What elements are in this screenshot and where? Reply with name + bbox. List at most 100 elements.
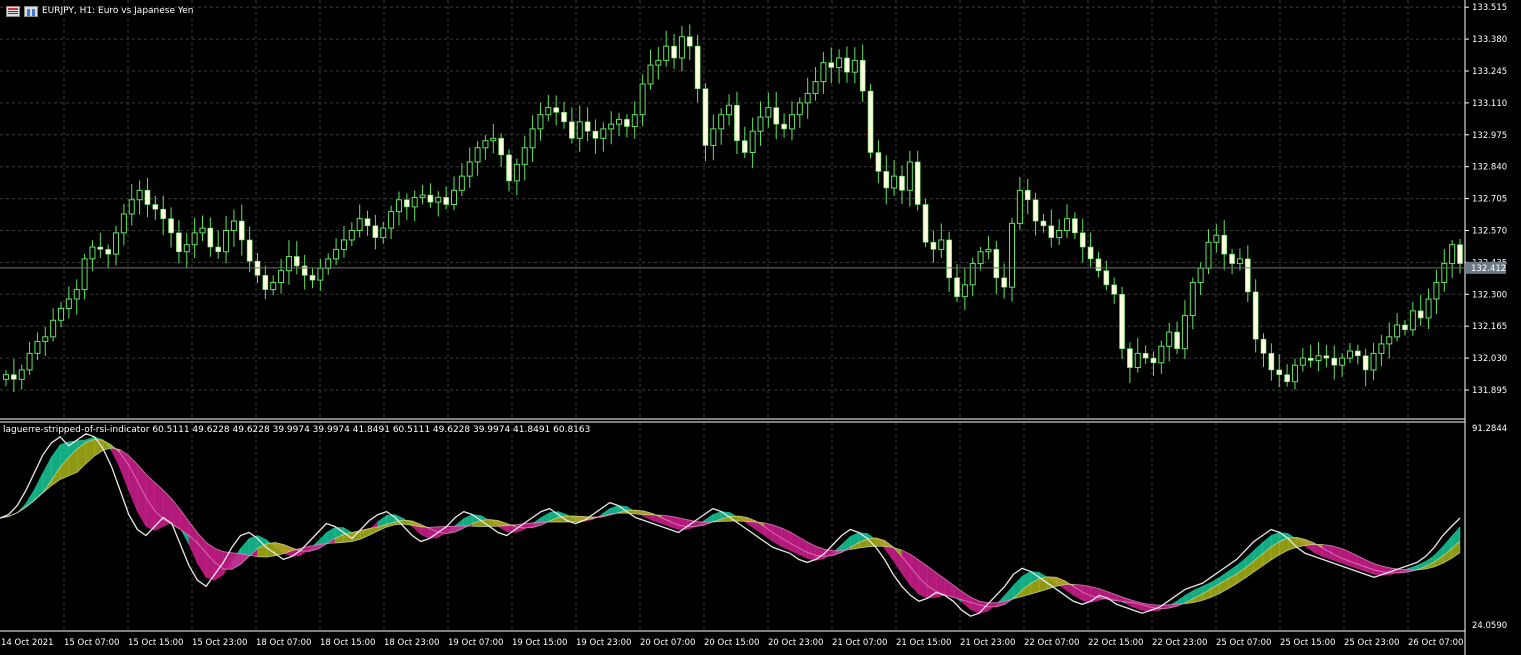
candle-body-bear (364, 218, 371, 227)
candle-body-bull (1291, 364, 1298, 383)
indicator-label: laguerre-stripped-of-rsi-indicator 60.51… (3, 425, 591, 435)
candle-body-bear (97, 246, 104, 250)
candle-body-bear (1268, 353, 1275, 371)
candle-body-bull (616, 118, 623, 125)
time-axis-label: 19 Oct 07:00 (448, 638, 503, 648)
time-axis-label: 20 Oct 07:00 (640, 638, 695, 648)
candle-body-bull (1394, 324, 1401, 338)
candle-body-bull (788, 114, 795, 130)
time-axis-label: 15 Oct 23:00 (192, 638, 247, 648)
candle-body-bull (1189, 281, 1196, 317)
chart-canvas[interactable]: 133.515 133.380 133.245 133.110 132.975 132.8… (0, 0, 1521, 655)
candle-body-bear (506, 154, 512, 182)
candle-body-bear (160, 208, 166, 219)
candle-body-bear (152, 204, 159, 210)
candle-body-bull (1166, 331, 1173, 347)
candle-body-bull (804, 92, 811, 104)
candle-body-bull (796, 102, 803, 116)
candle-body-bear (262, 275, 269, 290)
price-axis-label: 131.895 (1472, 386, 1507, 396)
candle-body-bear (309, 275, 316, 281)
candle-body-bull (270, 281, 277, 291)
candle-body-bear (702, 88, 709, 146)
candle-body-bull (1134, 352, 1141, 369)
candle-body-bull (348, 229, 355, 241)
candle-body-bear (1103, 270, 1110, 286)
candle-body-bull (285, 255, 292, 272)
candle-body-bull (655, 59, 662, 66)
price-axis-label: 133.245 (1472, 67, 1507, 77)
candle-body-bear (553, 107, 559, 113)
candle-body-bull (450, 189, 457, 206)
candle-body-bull (136, 189, 143, 201)
candle-body-bull (969, 263, 976, 286)
candle-body-bull (81, 258, 88, 291)
candle-body-bear (1024, 190, 1031, 201)
candle-body-bull (836, 57, 843, 68)
candle-body-bear (1244, 258, 1251, 293)
candle-body-bear (1040, 220, 1047, 227)
candle-body-bull (278, 270, 285, 283)
candle-body-bull (26, 352, 33, 371)
candle-body-bear (1072, 218, 1078, 234)
candle-body-bull (891, 175, 898, 189)
candle-body-bear (1142, 353, 1149, 359)
candle-body-bear (1079, 232, 1086, 248)
candle-body-bear (922, 204, 929, 243)
time-axis-label: 21 Oct 07:00 (832, 638, 887, 648)
candle-body-bear (404, 199, 410, 208)
candle-body-bear (168, 218, 174, 234)
candle-body-bull (183, 244, 190, 253)
candle-body-bull (191, 232, 198, 246)
candle-body-bull (1449, 244, 1456, 265)
time-axis-label: 18 Oct 15:00 (320, 638, 375, 648)
candle-body-bull (223, 229, 230, 253)
candle-body-bear (592, 130, 599, 139)
candle-body-bear (246, 239, 253, 262)
candle-body-bear (105, 249, 111, 255)
candle-body-bear (1150, 357, 1157, 364)
candle-body-bull (576, 121, 583, 139)
time-axis-label: 25 Oct 23:00 (1344, 638, 1399, 648)
candle-body-bull (521, 147, 528, 165)
candle-body-bull (749, 130, 756, 154)
candle-body-bull (50, 319, 57, 338)
candle-body-bear (781, 123, 787, 130)
candle-body-bear (734, 104, 740, 141)
candle-body-bear (176, 232, 182, 253)
candle-body-bear (427, 194, 434, 203)
candle-body-bull (340, 239, 347, 250)
candle-body-bear (1457, 244, 1463, 264)
candle-body-bear (859, 60, 866, 92)
candle-body-bear (993, 249, 1000, 279)
candle-body-bear (930, 242, 937, 250)
candle-body-bear (561, 112, 567, 123)
candle-body-bull (757, 116, 764, 132)
candle-body-bull (631, 114, 638, 128)
time-axis-label: 20 Oct 23:00 (768, 638, 823, 648)
candle-body-bear (1119, 293, 1125, 349)
candle-body-bull (466, 161, 473, 177)
grid (0, 0, 1465, 631)
candle-body-bull (1197, 267, 1204, 283)
candle-body-bull (710, 128, 717, 146)
candle-body-bear (1417, 310, 1424, 319)
price-axis-label: 132.840 (1472, 163, 1507, 173)
candle-body-bull (128, 199, 135, 215)
candle-body-bull (1236, 258, 1243, 265)
candle-body-bull (317, 267, 324, 281)
candle-body-bull (380, 227, 387, 239)
candle-body-bear (741, 140, 748, 153)
candle-body-bull (1016, 189, 1023, 224)
time-axis-label: 21 Oct 23:00 (960, 638, 1015, 648)
candle-body-bear (883, 171, 890, 189)
candle-body-bull (395, 199, 402, 213)
window-list-icon[interactable] (6, 5, 20, 17)
candle-body-bull (435, 196, 442, 203)
candle-body-bull (18, 369, 25, 380)
time-axis-label: 22 Oct 07:00 (1024, 638, 1079, 648)
candle-body-bull (1158, 345, 1165, 364)
candle-body-bull (388, 211, 395, 229)
candle-body-bull (120, 213, 127, 234)
trade-panel-icon[interactable] (24, 5, 38, 17)
